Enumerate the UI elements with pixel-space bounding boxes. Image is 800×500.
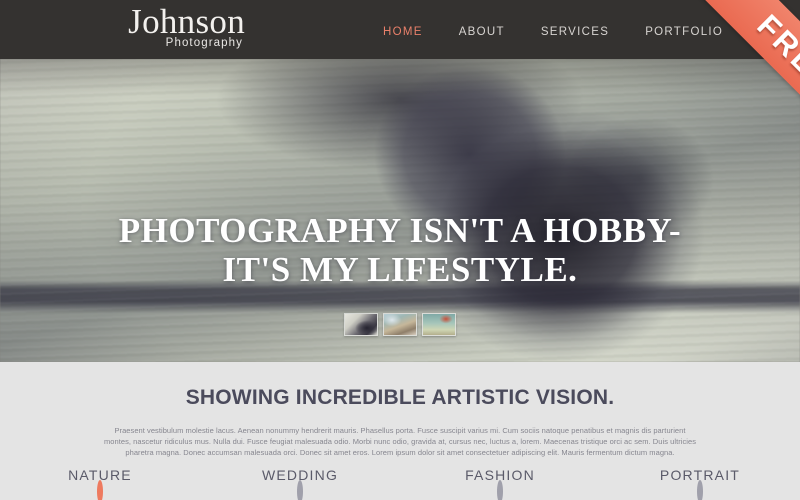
category-portrait[interactable]: PORTRAIT: [600, 467, 800, 500]
hero-banner: PHOTOGRAPHY ISN'T A HOBBY- IT'S MY LIFES…: [0, 59, 800, 362]
content-section: SHOWING INCREDIBLE ARTISTIC VISION. Prae…: [0, 362, 800, 500]
logo-title: Johnson: [128, 2, 245, 41]
logo-subtitle: Photography: [165, 37, 243, 49]
nav-item-services[interactable]: SERVICES: [541, 26, 628, 38]
category-circle-nature: [97, 480, 103, 500]
section-paragraph: Praesent vestibulum molestie lacus. Aene…: [103, 426, 697, 457]
carousel-thumbnail-2[interactable]: [383, 313, 417, 336]
category-list: NATURE WEDDING FASHION PORTRAIT: [0, 467, 800, 500]
category-nature[interactable]: NATURE: [0, 467, 200, 500]
category-fashion[interactable]: FASHION: [400, 467, 600, 500]
carousel-thumbnail-3[interactable]: [422, 313, 456, 336]
header-inner: Johnson Photography HOME ABOUT SERVICES …: [0, 0, 800, 59]
category-circle-fashion: [497, 480, 503, 500]
nav-item-home[interactable]: HOME: [383, 26, 442, 38]
site-header: Johnson Photography HOME ABOUT SERVICES …: [0, 0, 800, 59]
category-wedding[interactable]: WEDDING: [200, 467, 400, 500]
hero-headline: PHOTOGRAPHY ISN'T A HOBBY- IT'S MY LIFES…: [0, 211, 800, 289]
hero-headline-line-2: IT'S MY LIFESTYLE.: [222, 250, 578, 289]
category-circle-wedding: [297, 480, 303, 500]
section-title: SHOWING INCREDIBLE ARTISTIC VISION.: [185, 386, 615, 409]
site-logo[interactable]: Johnson Photography: [103, 2, 245, 50]
thumbnail-image-1: [345, 314, 377, 335]
main-navigation: HOME ABOUT SERVICES PORTFOLIO: [383, 26, 723, 38]
thumbnail-image-3: [423, 314, 455, 335]
thumbnail-image-2: [384, 314, 416, 335]
hero-headline-line-1: PHOTOGRAPHY ISN'T A HOBBY-: [118, 211, 682, 250]
hero-carousel-thumbnails: [0, 313, 800, 336]
nav-item-portfolio[interactable]: PORTFOLIO: [645, 26, 723, 38]
nav-item-about[interactable]: ABOUT: [459, 26, 524, 38]
carousel-thumbnail-1[interactable]: [344, 313, 378, 336]
category-circle-portrait: [697, 480, 703, 500]
